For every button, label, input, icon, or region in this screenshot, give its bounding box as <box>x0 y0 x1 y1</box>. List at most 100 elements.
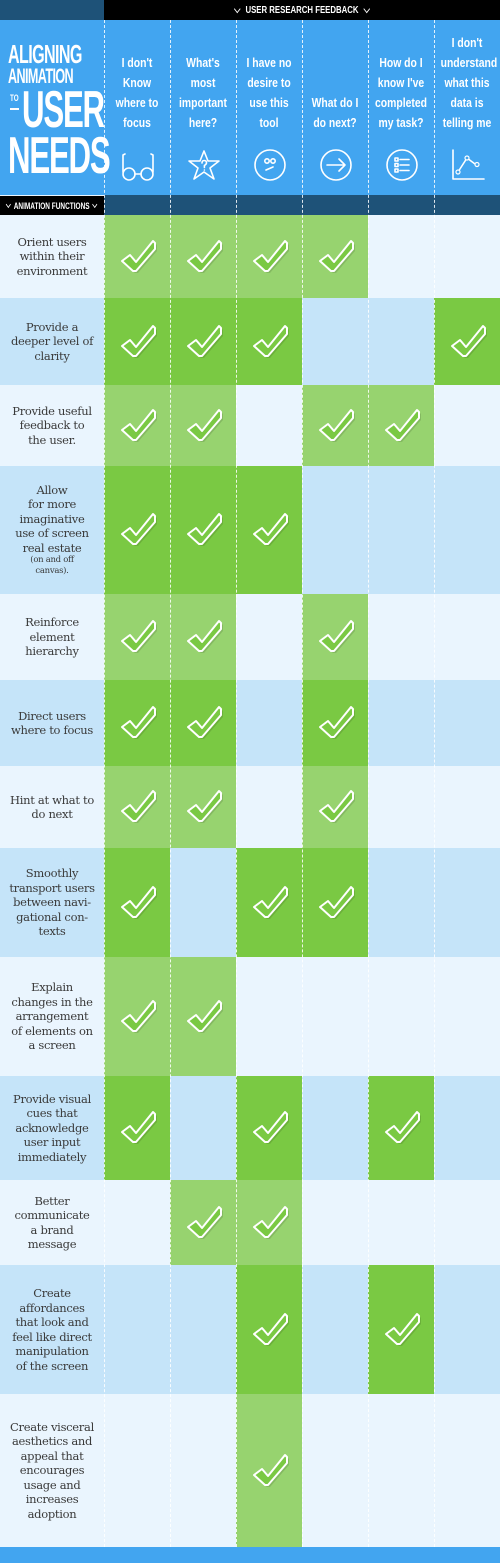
cell-checked <box>104 594 170 680</box>
animation-functions-header[interactable]: ANIMATION FUNCTIONS <box>0 196 104 215</box>
row-label: Allow for more imaginative use of screen… <box>0 466 104 594</box>
cell-empty <box>434 1265 500 1394</box>
row-label: Better communicate a brand message <box>0 1180 104 1265</box>
cell-empty <box>170 1394 236 1547</box>
glasses-icon <box>121 148 155 182</box>
table-row: Create affordances that look and feel li… <box>0 1265 500 1394</box>
row-label-text: Smoothly transport users between navi- g… <box>9 866 95 939</box>
cell-empty <box>236 680 302 766</box>
row-label: Provide useful feedback to the user. <box>0 385 104 466</box>
cell-checked <box>104 466 170 594</box>
cell-checked <box>170 385 236 466</box>
cell-empty <box>434 848 500 957</box>
title-to-underline <box>10 108 19 110</box>
cell-checked <box>104 957 170 1076</box>
user-research-feedback-label: USER RESEARCH FEEDBACK <box>245 4 359 16</box>
table-row: Smoothly transport users between navi- g… <box>0 848 500 957</box>
row-label-text: Explain changes in the arrangement of el… <box>11 980 93 1053</box>
arrow-right-circle-icon <box>319 148 353 182</box>
cell-checked <box>170 466 236 594</box>
checklist-circle-icon <box>385 148 419 182</box>
cell-checked <box>236 1180 302 1265</box>
confused-face-icon <box>253 148 287 182</box>
user-research-feedback-header[interactable]: USER RESEARCH FEEDBACK <box>148 0 457 20</box>
cell-checked <box>236 1076 302 1180</box>
row-label-text: Reinforce element hierarchy <box>25 615 79 659</box>
column-header: What's most important here? <box>170 20 236 195</box>
title-line-to-user: TO USER <box>8 84 105 136</box>
cell-empty <box>368 298 434 385</box>
cell-checked <box>368 1076 434 1180</box>
cell-empty <box>170 1265 236 1394</box>
cell-empty <box>236 385 302 466</box>
cell-checked <box>302 594 368 680</box>
cell-empty <box>302 466 368 594</box>
row-label-text: Provide a deeper level of clarity <box>10 319 94 363</box>
column-divider <box>434 20 435 1547</box>
cell-checked <box>236 1265 302 1394</box>
cell-empty <box>368 957 434 1076</box>
cell-checked <box>302 680 368 766</box>
column-header-label: How do I know I've completed my task? <box>374 55 427 130</box>
column-header: I don't understand what this data is tel… <box>434 20 500 195</box>
cell-empty <box>368 1394 434 1547</box>
cell-checked <box>302 766 368 848</box>
cell-empty <box>434 215 500 298</box>
cell-checked <box>434 298 500 385</box>
cell-empty <box>368 1180 434 1265</box>
row-label-text: Create affordances that look and feel li… <box>12 1286 92 1373</box>
cell-empty <box>368 215 434 298</box>
column-divider <box>302 20 303 1547</box>
cell-empty <box>434 385 500 466</box>
chevron-down-icon <box>92 200 98 208</box>
cell-checked <box>104 680 170 766</box>
title-logo: ALIGNING ANIMATION TO USER NEEDS <box>8 41 111 185</box>
line-graph-icon <box>451 148 485 182</box>
title-line-needs: NEEDS <box>8 127 111 185</box>
cell-empty <box>302 1265 368 1394</box>
cell-empty <box>302 1180 368 1265</box>
column-header: I don't Know where to focus <box>104 20 170 195</box>
row-label: Explain changes in the arrangement of el… <box>0 957 104 1076</box>
cell-checked <box>368 385 434 466</box>
row-label-text: Create visceral aesthetics and appeal th… <box>10 1419 94 1521</box>
cell-checked <box>368 1265 434 1394</box>
star-question-icon <box>187 148 221 182</box>
title-to: TO <box>10 93 19 103</box>
column-header-label: I don't understand what this data is tel… <box>440 35 498 130</box>
cell-empty <box>434 594 500 680</box>
cell-checked <box>302 385 368 466</box>
cell-empty <box>434 1394 500 1547</box>
column-header-label: What do I do next? <box>311 95 359 130</box>
row-label: Provide visual cues that acknowledge use… <box>0 1076 104 1180</box>
row-label-text: Hint at what to do next <box>10 792 94 822</box>
row-label: Create visceral aesthetics and appeal th… <box>0 1394 104 1547</box>
cell-checked <box>236 298 302 385</box>
cell-empty <box>368 466 434 594</box>
chevron-down-icon <box>6 200 12 208</box>
table-row: Provide visual cues that acknowledge use… <box>0 1076 500 1180</box>
row-label: Reinforce element hierarchy <box>0 594 104 680</box>
cell-empty <box>302 298 368 385</box>
column-divider <box>236 20 237 1547</box>
cell-empty <box>434 766 500 848</box>
cell-checked <box>104 385 170 466</box>
column-divider <box>170 20 171 1547</box>
cell-empty <box>434 1180 500 1265</box>
table-row: Direct users where to focus <box>0 680 500 766</box>
column-header-label: I have no desire to use this tool <box>246 55 292 130</box>
cell-checked <box>104 848 170 957</box>
row-label-text: Provide visual cues that acknowledge use… <box>13 1091 91 1164</box>
row-label: Orient users within their environment <box>0 215 104 298</box>
row-label-text: Provide useful feedback to the user. <box>12 403 92 447</box>
cell-checked <box>236 848 302 957</box>
cell-empty <box>368 594 434 680</box>
table-row: Create visceral aesthetics and appeal th… <box>0 1394 500 1547</box>
top-bar-left-block <box>0 0 104 20</box>
cell-checked <box>170 680 236 766</box>
column-divider <box>368 20 369 1547</box>
table-row: Allow for more imaginative use of screen… <box>0 466 500 594</box>
cell-checked <box>302 848 368 957</box>
cell-checked <box>104 215 170 298</box>
column-header: I have no desire to use this tool <box>236 20 302 195</box>
